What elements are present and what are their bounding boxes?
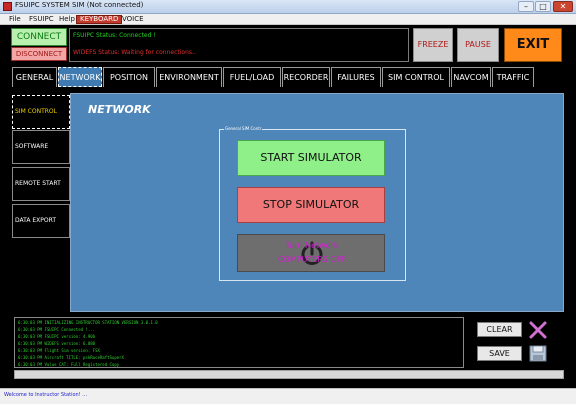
maximize-button[interactable]: □ [535, 1, 551, 12]
event-log[interactable]: 6:30:03 PM INITIALIZING INSTRUCTOR STATI… [14, 317, 464, 368]
close-button[interactable]: ✕ [553, 1, 573, 12]
menu-keyboard[interactable]: KEYBOARD [76, 15, 123, 24]
power-button-label-line2: COMPUTERS OFF [277, 255, 347, 264]
status-bar: Welcome to Instructor Station! ... [0, 388, 576, 404]
log-line: 6:30:03 PM Value CAT: Full Registered Co… [18, 362, 120, 367]
side-item-software[interactable]: SOFTWARE [12, 130, 70, 164]
clear-x-icon[interactable] [528, 320, 548, 340]
network-computers-off-button[interactable]: Turn Network COMPUTERS OFF [237, 234, 385, 272]
freeze-button[interactable]: FREEZE [413, 28, 453, 62]
tab-fuel-load[interactable]: FUEL/LOAD [223, 67, 281, 87]
group-label: General SIM Contr [224, 126, 263, 131]
widefs-status: WIDEFS Status: Waiting for connections.. [73, 49, 196, 56]
side-item-sim-control[interactable]: SIM CONTROL [12, 95, 70, 129]
tab-sim-control[interactable]: SIM CONTROL [382, 67, 450, 87]
log-line: 6:30:03 PM Flight Sim version: FSX [18, 348, 100, 353]
start-simulator-button[interactable]: START SIMULATOR [237, 140, 385, 176]
window-title: FSUIPC SYSTEM SIM (Not connected) [15, 1, 144, 9]
tab-environment[interactable]: ENVIRONMENT [156, 67, 222, 87]
tab-failures[interactable]: FAILURES [331, 67, 381, 87]
tab-recorder[interactable]: RECORDER [282, 67, 330, 87]
fsuipc-status: FSUIPC Status: Connected ! [73, 32, 156, 39]
tab-position[interactable]: POSITION [103, 67, 155, 87]
network-panel: NETWORK General SIM Contr START SIMULATO… [70, 93, 564, 312]
floppy-disk-icon[interactable] [529, 345, 547, 362]
disconnect-button[interactable]: DISCONNECT [11, 47, 67, 61]
menu-file[interactable]: File [9, 15, 21, 24]
stop-simulator-button[interactable]: STOP SIMULATOR [237, 187, 385, 223]
tab-bar: GENERAL NETWORK POSITION ENVIRONMENT FUE… [12, 67, 534, 87]
tab-navcom[interactable]: NAVCOM [451, 67, 491, 87]
tab-traffic[interactable]: TRAFFIC [492, 67, 534, 87]
save-log-button[interactable]: SAVE [477, 346, 522, 361]
status-bar-text: Welcome to Instructor Station! ... [4, 392, 88, 398]
side-item-data-export[interactable]: DATA EXPORT [12, 204, 70, 238]
menu-help[interactable]: Help [59, 15, 75, 24]
log-line: 6:30:03 PM FSUIPC version: 4.906 [18, 334, 96, 339]
log-line: 6:30:03 PM FSUIPC Connected !... [18, 327, 96, 332]
tab-general[interactable]: GENERAL [12, 67, 57, 87]
log-line: 6:30:03 PM INITIALIZING INSTRUCTOR STATI… [18, 320, 158, 325]
power-button-label-line1: Turn Network [285, 241, 339, 250]
side-item-remote-start[interactable]: REMOTE START [12, 167, 70, 201]
tab-network[interactable]: NETWORK [58, 67, 102, 87]
clear-log-button[interactable]: CLEAR [477, 322, 522, 337]
pause-button[interactable]: PAUSE [457, 28, 499, 62]
title-bar: FSUIPC SYSTEM SIM (Not connected) – □ ✕ [0, 0, 576, 14]
exit-button[interactable]: EXIT [504, 28, 562, 62]
log-line: 6:30:03 PM WIDEFS version: 6.880 [18, 341, 96, 346]
app-window: FSUIPC SYSTEM SIM (Not connected) – □ ✕ … [0, 0, 576, 404]
log-line: 6:30:03 PM Aircraft TITLE: pskRaceRaftSu… [18, 355, 124, 360]
connection-status-panel: FSUIPC Status: Connected ! WIDEFS Status… [69, 28, 409, 62]
menu-bar: File FSUIPC Help KEYBOARD VOICE [0, 14, 576, 25]
app-icon [3, 2, 12, 11]
menu-fsuipc[interactable]: FSUIPC [29, 15, 54, 24]
menu-voice[interactable]: VOICE [122, 15, 144, 24]
connect-button[interactable]: CONNECT [11, 28, 67, 46]
panel-title: NETWORK [88, 103, 151, 116]
horizontal-scrollbar[interactable] [14, 370, 564, 379]
minimize-button[interactable]: – [518, 1, 534, 12]
